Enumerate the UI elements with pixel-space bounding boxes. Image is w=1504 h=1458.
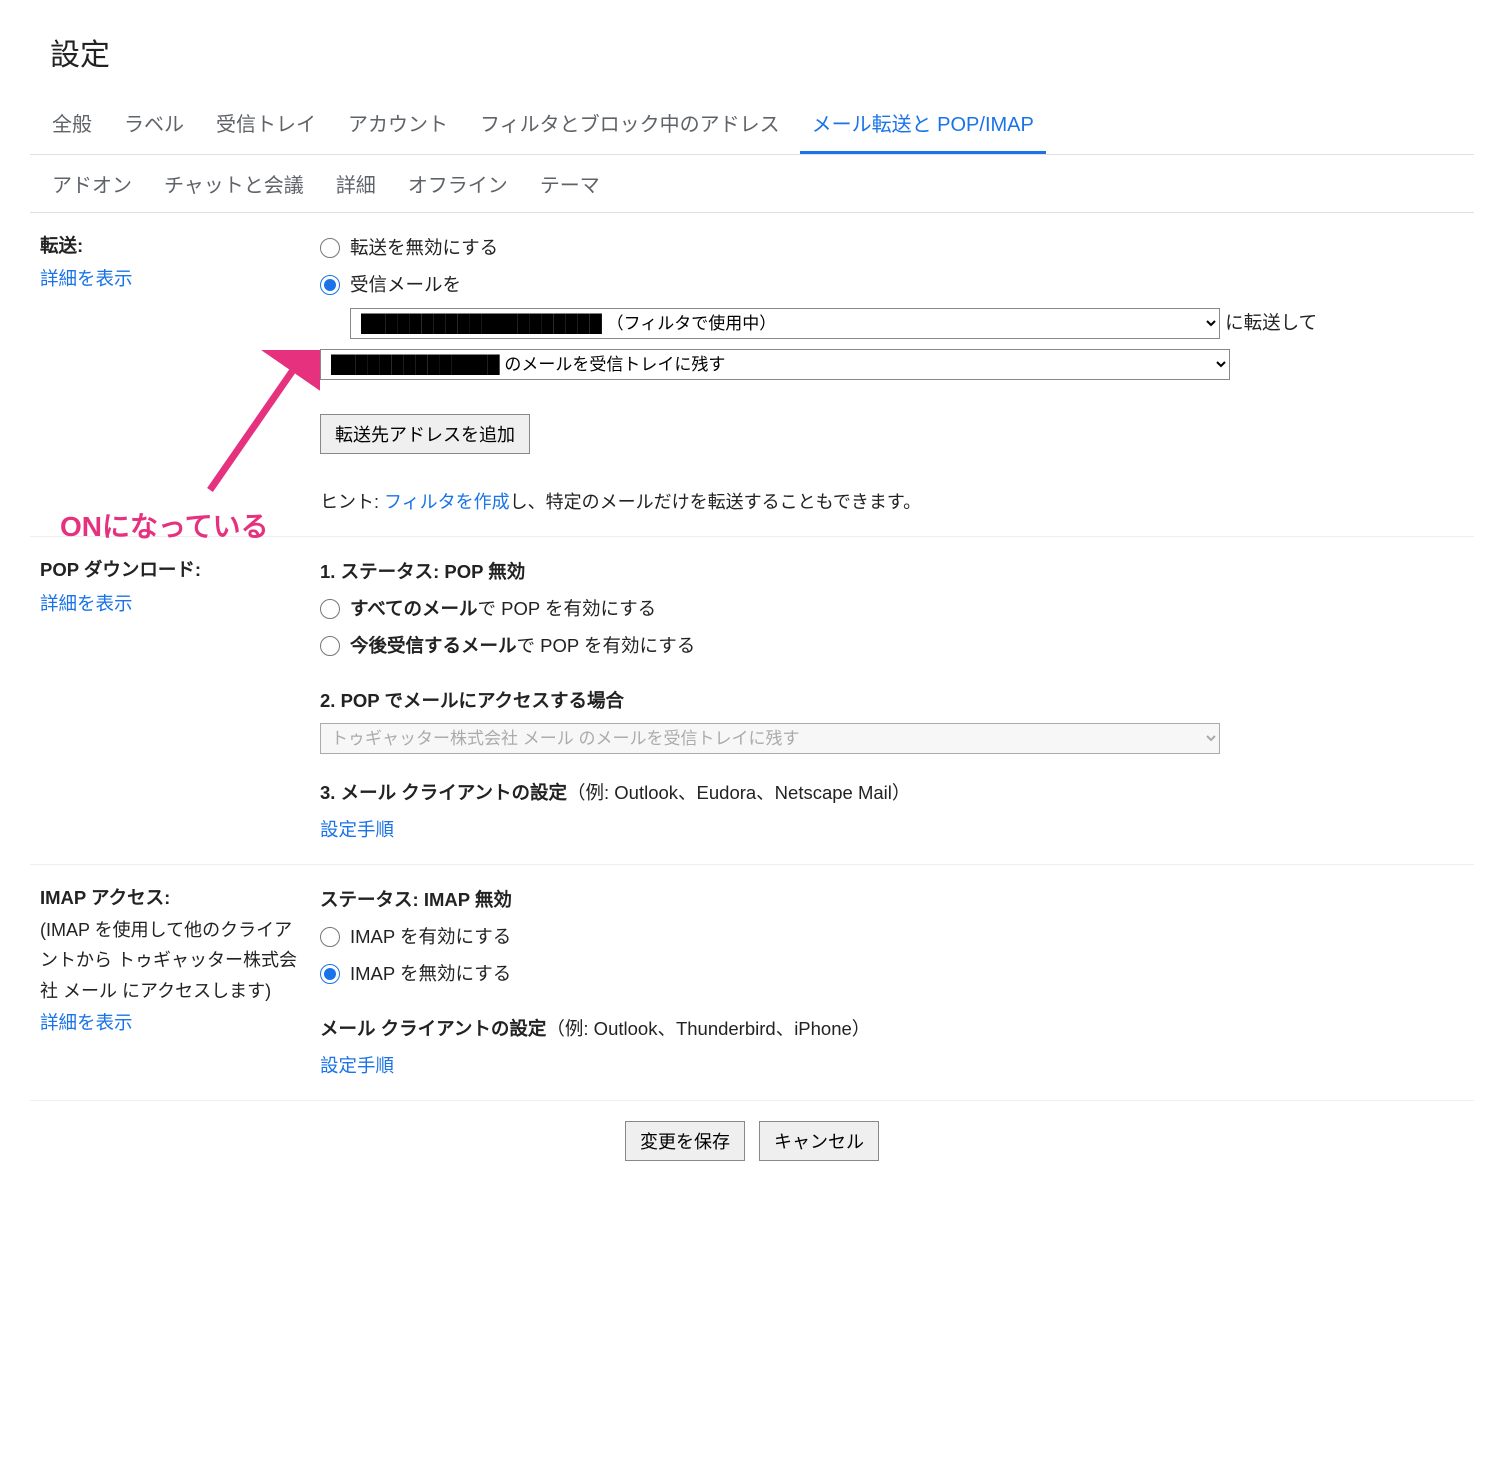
pop-title: POP ダウンロード:	[40, 553, 308, 586]
pop-config-instructions-link[interactable]: 設定手順	[320, 811, 1464, 848]
section-pop: POP ダウンロード: 詳細を表示 1. ステータス: POP 無効 すべてのメ…	[30, 537, 1474, 865]
imap-client-examples: （例: Outlook、Thunderbird、iPhone）	[546, 1018, 870, 1039]
imap-description: (IMAP を使用して他のクライアントから トゥギャッター株式会社 メール にア…	[40, 915, 308, 1007]
tab-forwarding-pop-imap[interactable]: メール転送と POP/IMAP	[800, 94, 1046, 154]
save-changes-button[interactable]: 変更を保存	[625, 1121, 745, 1161]
tab-offline[interactable]: オフライン	[396, 155, 520, 212]
tab-accounts[interactable]: アカウント	[336, 94, 460, 154]
forwarding-enable-radio[interactable]	[320, 275, 340, 295]
pop-enable-new-label: 今後受信するメールで POP を有効にする	[350, 627, 695, 664]
pop-access-select: トゥギャッター株式会社 メール のメールを受信トレイに残す	[320, 723, 1220, 754]
pop-status-prefix: 1. ステータス:	[320, 561, 444, 582]
pop-status-value: POP 無効	[444, 561, 525, 582]
pop-step3-title: 3. メール クライアントの設定	[320, 782, 567, 803]
forwarding-disable-radio[interactable]	[320, 238, 340, 258]
section-forwarding: 転送: 詳細を表示 転送を無効にする 受信メールを ██████████████…	[30, 213, 1474, 537]
cancel-button[interactable]: キャンセル	[759, 1121, 879, 1161]
pop-enable-all-label: すべてのメールで POP を有効にする	[350, 590, 656, 627]
forwarding-keep-select[interactable]: ██████████████ のメールを受信トレイに残す	[320, 349, 1230, 380]
pop-enable-new-radio[interactable]	[320, 636, 340, 656]
hint-suffix: し、特定のメールだけを転送することもできます。	[510, 492, 921, 512]
imap-status-prefix: ステータス:	[320, 889, 424, 910]
imap-config-instructions-link[interactable]: 設定手順	[320, 1047, 1464, 1084]
create-filter-link[interactable]: フィルタを作成	[384, 492, 510, 512]
forwarding-disable-label: 転送を無効にする	[350, 229, 498, 266]
pop-enable-all-radio[interactable]	[320, 599, 340, 619]
settings-tabs-row2: アドオン チャットと会議 詳細 オフライン テーマ	[30, 155, 1474, 213]
action-buttons: 変更を保存 キャンセル	[30, 1101, 1474, 1181]
add-forwarding-address-button[interactable]: 転送先アドレスを追加	[320, 414, 530, 454]
imap-status-value: IMAP 無効	[424, 889, 512, 910]
settings-tabs-row1: 全般 ラベル 受信トレイ アカウント フィルタとブロック中のアドレス メール転送…	[30, 94, 1474, 155]
page-title: 設定	[30, 20, 1474, 94]
forwarding-to-text: に転送して	[1225, 312, 1317, 333]
forwarding-address-select[interactable]: ████████████████████ （フィルタで使用中）	[350, 308, 1220, 339]
imap-title: IMAP アクセス:	[40, 881, 308, 914]
section-imap: IMAP アクセス: (IMAP を使用して他のクライアントから トゥギャッター…	[30, 865, 1474, 1101]
pop-learn-more-link[interactable]: 詳細を表示	[40, 587, 308, 620]
tab-filters[interactable]: フィルタとブロック中のアドレス	[468, 94, 792, 154]
pop-step2-title: 2. POP でメールにアクセスする場合	[320, 682, 1464, 719]
imap-disable-label: IMAP を無効にする	[350, 955, 511, 992]
tab-inbox[interactable]: 受信トレイ	[204, 94, 328, 154]
hint-prefix: ヒント:	[320, 492, 384, 512]
forwarding-title: 転送:	[40, 229, 308, 262]
tab-general[interactable]: 全般	[40, 94, 104, 154]
imap-client-title: メール クライアントの設定	[320, 1018, 546, 1039]
imap-enable-label: IMAP を有効にする	[350, 918, 511, 955]
pop-step3-examples: （例: Outlook、Eudora、Netscape Mail）	[567, 782, 910, 803]
imap-enable-radio[interactable]	[320, 927, 340, 947]
tab-advanced[interactable]: 詳細	[324, 155, 388, 212]
imap-disable-radio[interactable]	[320, 964, 340, 984]
forwarding-learn-more-link[interactable]: 詳細を表示	[40, 262, 308, 295]
tab-themes[interactable]: テーマ	[528, 155, 612, 212]
imap-learn-more-link[interactable]: 詳細を表示	[40, 1006, 308, 1039]
tab-labels[interactable]: ラベル	[112, 94, 196, 154]
tab-addons[interactable]: アドオン	[40, 155, 144, 212]
forwarding-enable-label: 受信メールを	[350, 266, 461, 303]
tab-chat[interactable]: チャットと会議	[152, 155, 316, 212]
